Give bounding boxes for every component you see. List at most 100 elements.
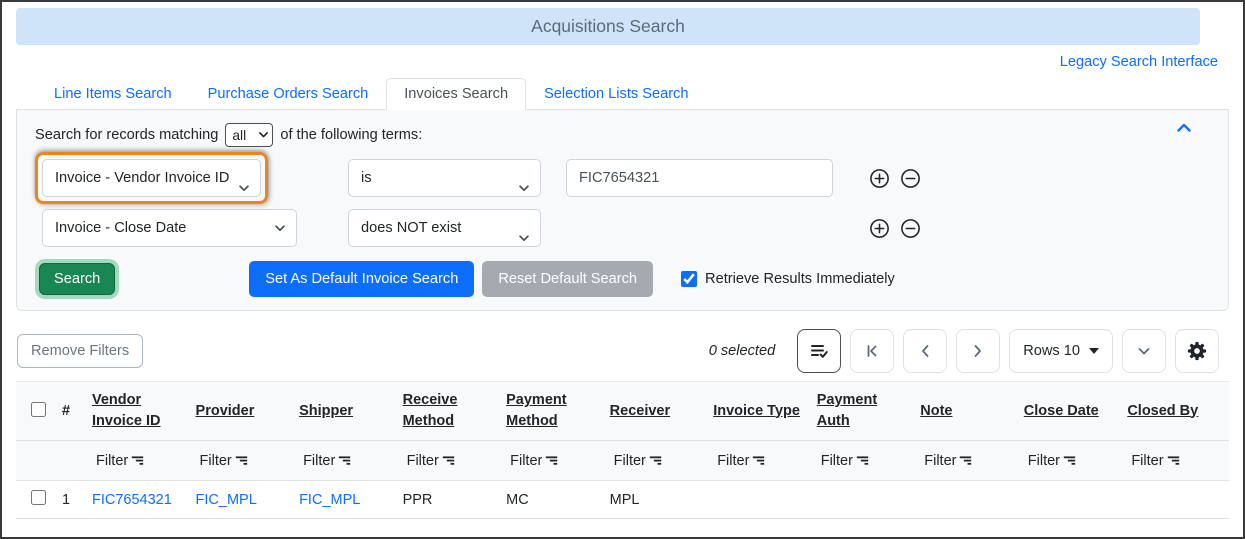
previous-page-button[interactable]	[903, 329, 948, 373]
header-row-number: #	[60, 380, 90, 442]
grid-filter-row: Filter Filter Filter Filter Filter Filte…	[16, 440, 1229, 482]
cell-provider: FIC_MPL	[193, 480, 298, 520]
term-1-operator-cell: is	[348, 159, 541, 197]
filter-cell-shipper: Filter	[297, 440, 401, 482]
filter-button[interactable]: Filter	[407, 453, 455, 469]
filter-cell-provider: Filter	[193, 440, 298, 482]
page-title: Acquisitions Search	[531, 16, 685, 36]
row-select-cell	[16, 480, 60, 520]
column-header-close-date: Close Date	[1021, 380, 1126, 442]
grid-more-options-button[interactable]	[1122, 329, 1166, 373]
term-1-field-select-wrap: Invoice - Vendor Invoice ID	[42, 159, 261, 197]
filter-icon	[235, 454, 248, 467]
rows-per-page-dropdown[interactable]: Rows 10	[1009, 329, 1113, 373]
filter-button[interactable]: Filter	[614, 453, 662, 469]
term-1-operator-select[interactable]: is	[348, 159, 541, 197]
cell-shipper: FIC_MPL	[297, 480, 401, 520]
remove-search-term-button[interactable]	[900, 168, 921, 189]
term-1-operator-select-wrap: is	[348, 159, 541, 197]
filter-button[interactable]: Filter	[200, 453, 248, 469]
legacy-search-interface-link[interactable]: Legacy Search Interface	[1060, 54, 1218, 70]
filter-button[interactable]: Filter	[96, 453, 144, 469]
filter-icon	[856, 454, 869, 467]
tab-selection-lists-search[interactable]: Selection Lists Search	[526, 78, 706, 110]
next-page-button[interactable]	[956, 329, 1001, 373]
grid-header-row: # Vendor Invoice ID Provider Shipper Rec…	[16, 380, 1229, 442]
retrieve-results-label: Retrieve Results Immediately	[705, 271, 895, 287]
column-header-note: Note	[918, 380, 1022, 442]
page-header-bar: Acquisitions Search	[16, 8, 1200, 45]
match-type-select-wrap: all	[225, 123, 274, 147]
search-button[interactable]: Search	[39, 263, 116, 295]
filter-icon	[1167, 454, 1180, 467]
select-all-checkbox[interactable]	[30, 401, 46, 417]
grid-toolbar: Remove Filters 0 selected Rows 10	[17, 329, 1219, 373]
cell-payment-auth	[814, 480, 919, 520]
filter-icon	[545, 454, 558, 467]
term-2-field-cell: Invoice - Close Date	[35, 209, 348, 247]
column-header-vendor-invoice-id: Vendor Invoice ID	[90, 380, 194, 442]
results-grid: # Vendor Invoice ID Provider Shipper Rec…	[16, 380, 1229, 520]
column-header-closed-by: Closed By	[1125, 380, 1229, 442]
set-default-invoice-search-button[interactable]: Set As Default Invoice Search	[249, 261, 475, 297]
table-row[interactable]: 1 FIC7654321 FIC_MPL FIC_MPL PPR MC MPL	[16, 480, 1229, 520]
tab-line-items-search[interactable]: Line Items Search	[36, 78, 190, 110]
grid-settings-button[interactable]	[1175, 329, 1219, 373]
minus-circle-icon	[900, 168, 921, 189]
tab-purchase-orders-search[interactable]: Purchase Orders Search	[190, 78, 387, 110]
filter-icon	[338, 454, 351, 467]
chevron-right-icon	[969, 342, 987, 360]
first-page-button[interactable]	[850, 329, 895, 373]
filter-button[interactable]: Filter	[303, 453, 351, 469]
cell-receiver: MPL	[607, 480, 712, 520]
filter-cell-payment-auth: Filter	[814, 440, 919, 482]
match-text-before: Search for records matching	[35, 127, 219, 143]
provider-link[interactable]: FIC_MPL	[196, 492, 257, 508]
header-select-all-cell	[16, 380, 60, 442]
term-2-operator-select-wrap: does NOT exist	[348, 209, 541, 247]
filter-icon	[649, 454, 662, 467]
column-header-receive-method: Receive Method	[400, 380, 505, 442]
column-header-payment-method: Payment Method	[504, 380, 608, 442]
selected-count-label: 0 selected	[708, 343, 776, 359]
row-select-checkbox[interactable]	[30, 490, 46, 506]
add-search-term-button[interactable]	[869, 168, 890, 189]
term-2-operator-select[interactable]: does NOT exist	[348, 209, 541, 247]
shipper-link[interactable]: FIC_MPL	[299, 492, 360, 508]
column-header-provider: Provider	[193, 380, 298, 442]
chevron-up-icon	[1176, 121, 1192, 135]
filter-button[interactable]: Filter	[924, 453, 972, 469]
match-row: Search for records matching all of the f…	[35, 123, 1228, 147]
match-type-select[interactable]: all	[225, 123, 274, 147]
remove-search-term-button[interactable]	[900, 218, 921, 239]
plus-circle-icon	[869, 218, 890, 239]
term-2-operator-cell: does NOT exist	[348, 209, 541, 247]
filter-empty-cell	[60, 440, 90, 482]
cell-closed-by	[1125, 480, 1229, 520]
collapse-search-form-button[interactable]	[1176, 121, 1192, 135]
filter-cell-note: Filter	[918, 440, 1022, 482]
tab-invoices-search[interactable]: Invoices Search	[386, 78, 527, 110]
filter-button[interactable]: Filter	[510, 453, 558, 469]
retrieve-results-checkbox[interactable]	[681, 271, 698, 287]
vendor-invoice-id-link[interactable]: FIC7654321	[92, 492, 172, 508]
filter-button[interactable]: Filter	[1028, 453, 1076, 469]
term-2-field-select-wrap: Invoice - Close Date	[42, 209, 297, 247]
form-actions-row: Search Set As Default Invoice Search Res…	[35, 261, 1228, 297]
filter-button[interactable]: Filter	[717, 453, 765, 469]
column-header-receiver: Receiver	[607, 380, 712, 442]
term-1-field-select[interactable]: Invoice - Vendor Invoice ID	[42, 159, 261, 197]
column-header-invoice-type: Invoice Type	[711, 380, 815, 442]
cell-close-date	[1021, 480, 1126, 520]
reset-default-search-button[interactable]: Reset Default Search	[482, 261, 654, 297]
actions-for-selected-rows-button[interactable]	[797, 329, 842, 373]
remove-filters-button[interactable]: Remove Filters	[17, 334, 144, 368]
filter-button[interactable]: Filter	[821, 453, 869, 469]
filter-button[interactable]: Filter	[1131, 453, 1179, 469]
chevron-left-icon	[916, 342, 934, 360]
gear-icon	[1186, 340, 1208, 362]
cell-receive-method: PPR	[400, 480, 505, 520]
term-2-field-select[interactable]: Invoice - Close Date	[42, 209, 297, 247]
add-search-term-button[interactable]	[869, 218, 890, 239]
term-1-value-input[interactable]	[566, 159, 833, 197]
